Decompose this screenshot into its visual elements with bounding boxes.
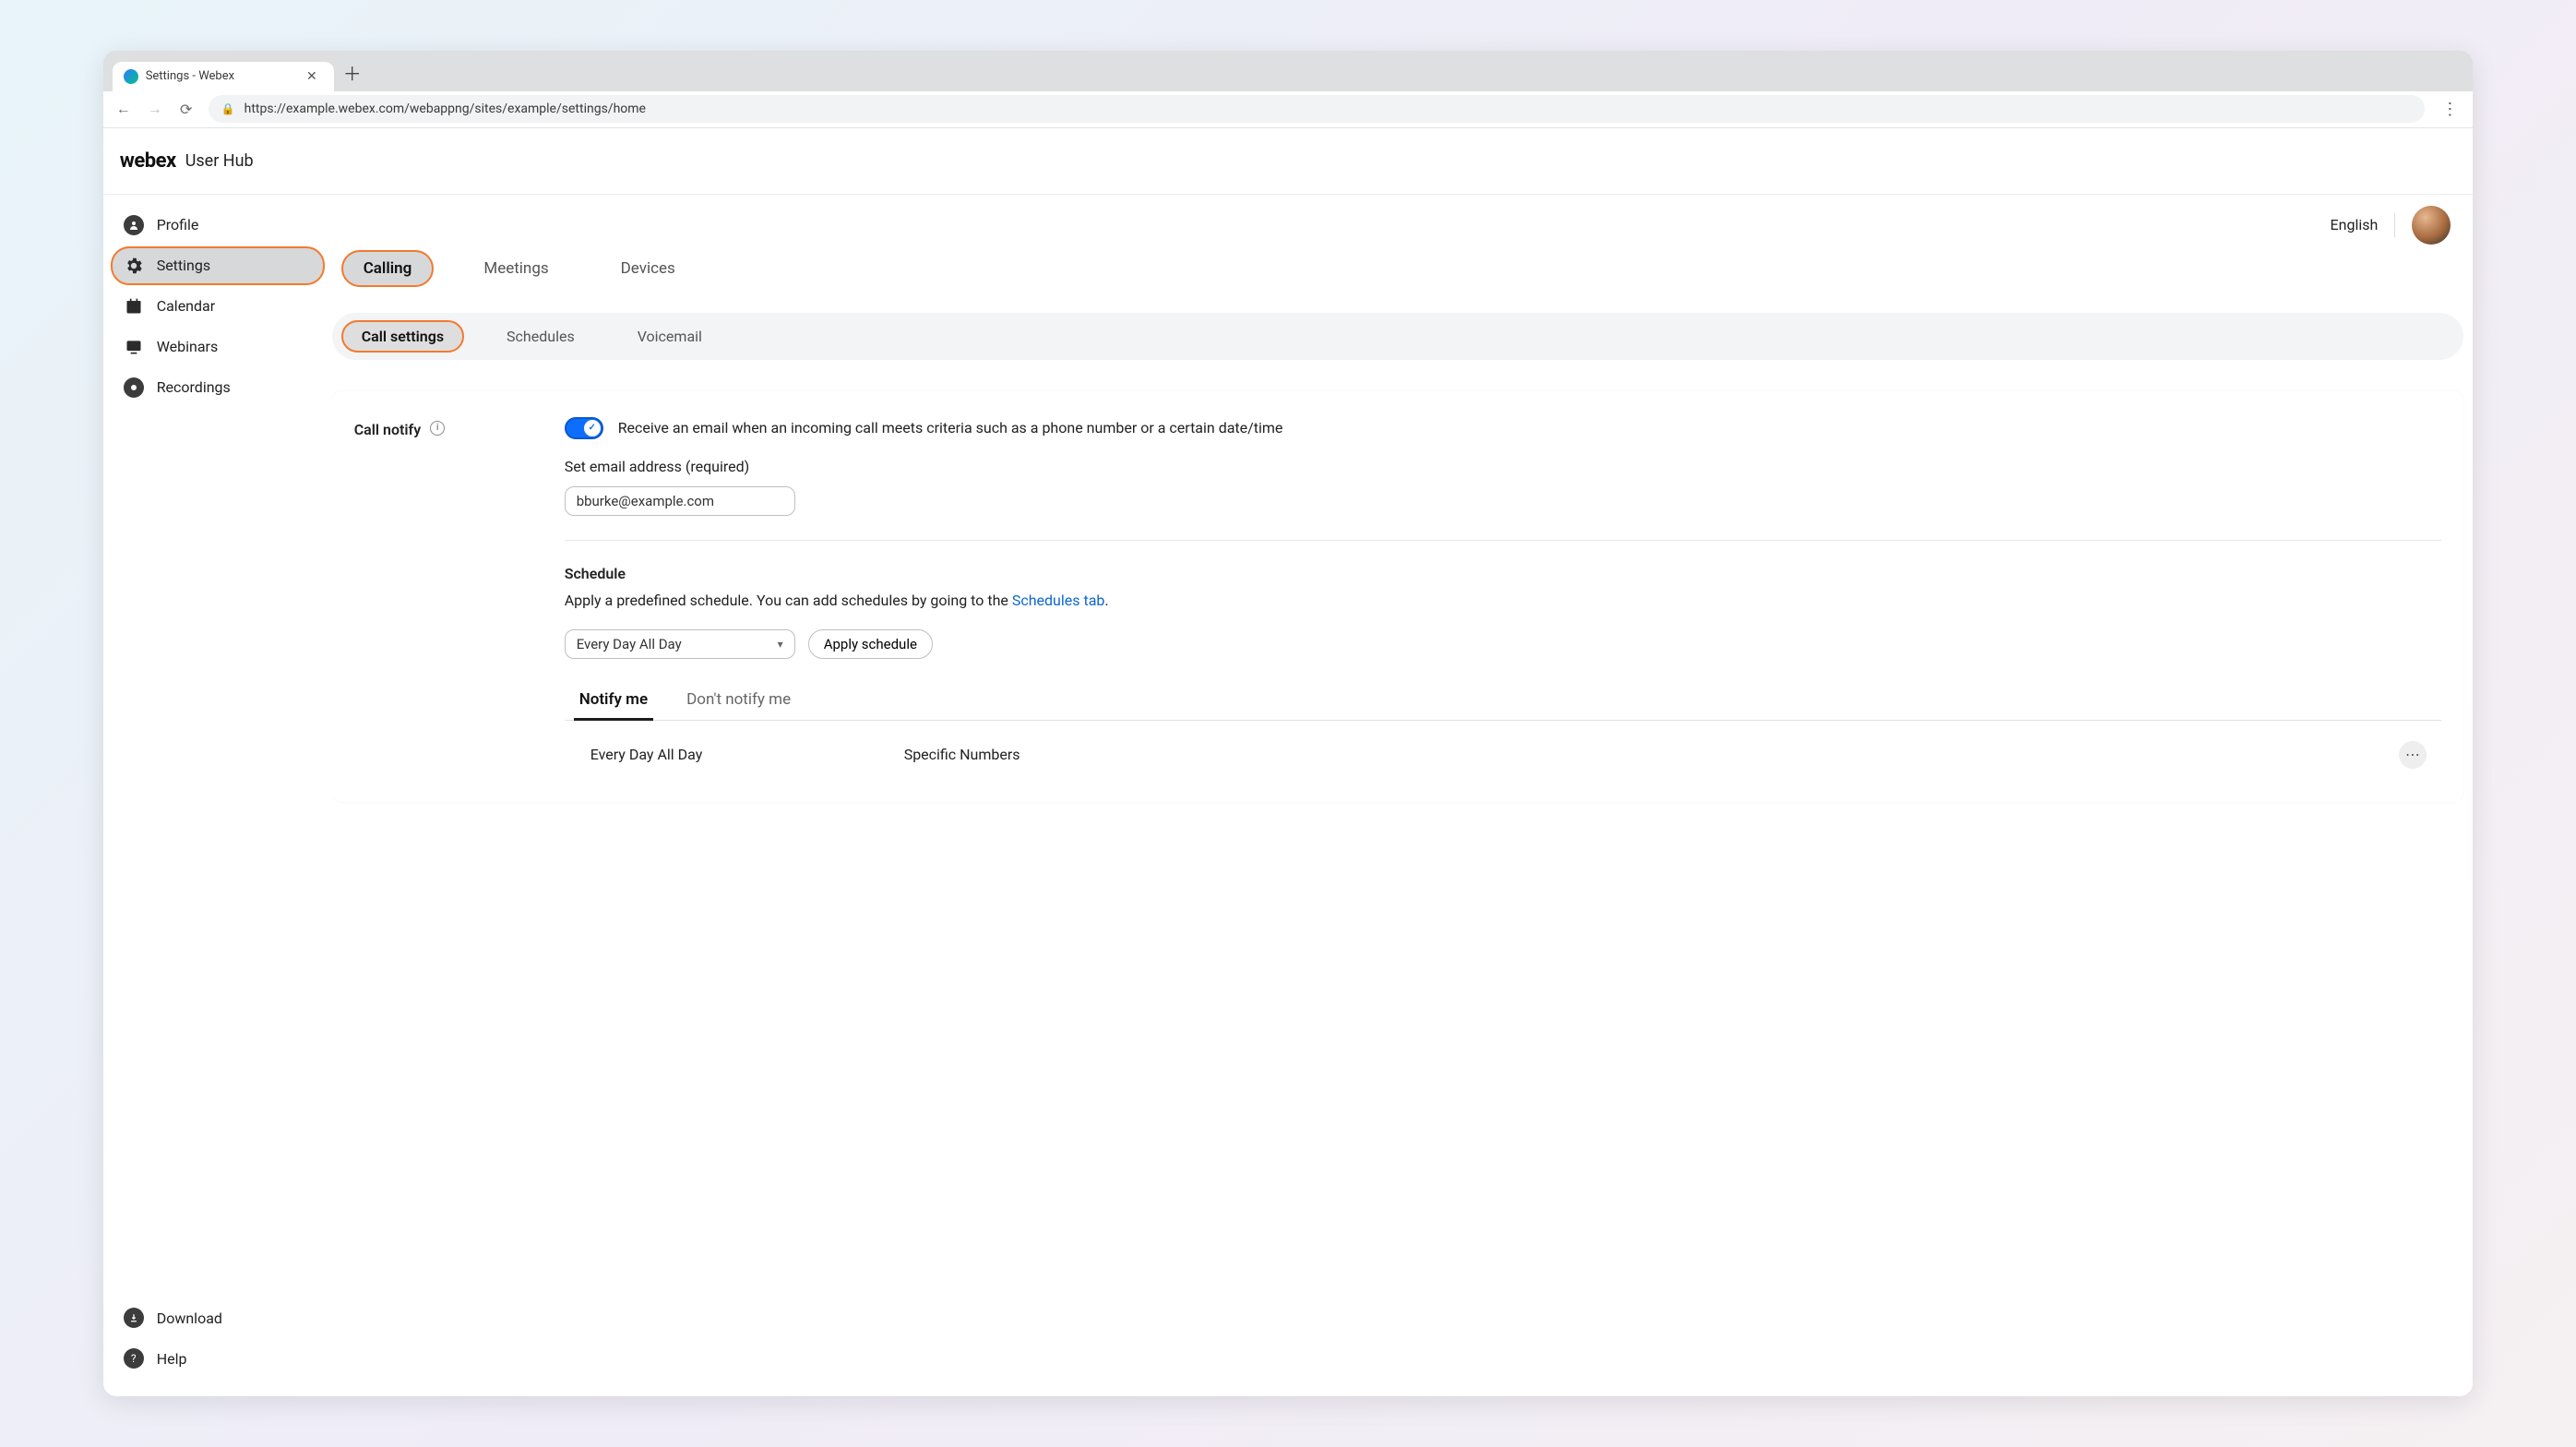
tab-strip: Settings - Webex ✕ ＋ bbox=[103, 51, 2474, 91]
sidebar-item-help[interactable]: ? Help bbox=[111, 1339, 325, 1378]
help-icon: ? bbox=[124, 1348, 144, 1369]
secondary-tabs: Call settings Schedules Voicemail bbox=[332, 313, 2464, 360]
schedule-row: Every Day All Day Specific Numbers ⋯ bbox=[565, 721, 2442, 776]
tab-devices[interactable]: Devices bbox=[599, 250, 698, 287]
tab-calling[interactable]: Calling bbox=[341, 250, 435, 287]
tab-meetings[interactable]: Meetings bbox=[461, 250, 570, 287]
schedule-section-description: Apply a predefined schedule. You can add… bbox=[565, 592, 2442, 609]
browser-window: Settings - Webex ✕ ＋ ← → ⟳ 🔒 https://exa… bbox=[103, 51, 2474, 1396]
sidebar-item-download[interactable]: Download bbox=[111, 1298, 325, 1337]
sidebar-item-label: Profile bbox=[157, 216, 199, 233]
sidebar-item-profile[interactable]: Profile bbox=[111, 206, 325, 245]
new-tab-button[interactable]: ＋ bbox=[334, 54, 371, 91]
tab-dont-notify-me[interactable]: Don't notify me bbox=[681, 679, 796, 720]
sidebar-item-label: Webinars bbox=[157, 338, 219, 355]
webex-favicon-icon bbox=[124, 69, 138, 84]
reload-icon[interactable]: ⟳ bbox=[177, 101, 196, 118]
browser-menu-icon[interactable]: ⋮ bbox=[2438, 100, 2462, 119]
sidebar-item-label: Download bbox=[157, 1309, 222, 1327]
schedule-selected-value: Every Day All Day bbox=[577, 636, 682, 652]
primary-tabs: Calling Meetings Devices bbox=[332, 245, 2474, 287]
email-field-label: Set email address (required) bbox=[565, 458, 2442, 475]
record-icon bbox=[124, 377, 144, 398]
browser-tab[interactable]: Settings - Webex ✕ bbox=[113, 62, 334, 91]
sidebar-item-label: Help bbox=[157, 1350, 187, 1368]
tab-notify-me[interactable]: Notify me bbox=[574, 679, 653, 720]
schedule-type-cell: Specific Numbers bbox=[904, 746, 2400, 763]
ellipsis-icon: ⋯ bbox=[2405, 746, 2421, 763]
subtab-voicemail[interactable]: Voicemail bbox=[617, 320, 722, 353]
download-icon bbox=[124, 1308, 144, 1328]
brand-logo: webex bbox=[120, 149, 176, 173]
language-selector[interactable]: English bbox=[2331, 216, 2379, 233]
call-notify-card: Call notify i ✓ Receive an email when an… bbox=[332, 391, 2464, 802]
sidebar-item-label: Calendar bbox=[157, 297, 215, 315]
user-icon bbox=[124, 215, 144, 235]
main-content: English Calling Meetings Devices bbox=[332, 195, 2474, 1396]
header-right: English bbox=[332, 202, 2474, 245]
avatar[interactable] bbox=[2412, 206, 2451, 245]
subtab-schedules[interactable]: Schedules bbox=[486, 320, 595, 353]
sidebar-item-label: Recordings bbox=[157, 378, 231, 396]
row-actions-button[interactable]: ⋯ bbox=[2399, 741, 2427, 769]
chevron-down-icon: ▾ bbox=[778, 638, 783, 651]
close-tab-icon[interactable]: ✕ bbox=[303, 69, 321, 84]
schedule-name-cell: Every Day All Day bbox=[590, 746, 904, 763]
app-header: webex User Hub bbox=[103, 128, 2474, 195]
schedule-section-title: Schedule bbox=[565, 565, 2442, 582]
notify-tabs: Notify me Don't notify me bbox=[565, 679, 2442, 721]
address-bar-row: ← → ⟳ 🔒 https://example.webex.com/webapp… bbox=[103, 91, 2474, 128]
call-notify-description: Receive an email when an incoming call m… bbox=[618, 417, 1283, 438]
sidebar-item-recordings[interactable]: Recordings bbox=[111, 368, 325, 407]
call-notify-toggle[interactable]: ✓ bbox=[565, 417, 603, 439]
app-area: webex User Hub Profile bbox=[103, 128, 2474, 1396]
brand-product: User Hub bbox=[185, 151, 254, 171]
subtab-call-settings[interactable]: Call settings bbox=[341, 320, 464, 353]
apply-schedule-button[interactable]: Apply schedule bbox=[808, 629, 933, 659]
forward-icon[interactable]: → bbox=[146, 100, 164, 118]
card-title: Call notify bbox=[354, 421, 422, 438]
tab-title: Settings - Webex bbox=[146, 69, 234, 83]
check-icon: ✓ bbox=[584, 420, 601, 436]
schedules-tab-link[interactable]: Schedules tab bbox=[1012, 592, 1105, 609]
url-text: https://example.webex.com/webappng/sites… bbox=[244, 102, 646, 116]
webinar-icon bbox=[124, 337, 144, 357]
divider bbox=[2394, 213, 2395, 237]
lock-icon: 🔒 bbox=[221, 102, 235, 115]
sidebar-item-settings[interactable]: Settings bbox=[111, 246, 325, 285]
back-icon[interactable]: ← bbox=[114, 100, 133, 118]
sidebar-item-webinars[interactable]: Webinars bbox=[111, 328, 325, 366]
sidebar: Profile Settings Calendar bbox=[103, 195, 332, 1396]
sidebar-item-calendar[interactable]: Calendar bbox=[111, 287, 325, 326]
gear-icon bbox=[124, 256, 144, 276]
divider bbox=[565, 540, 2442, 541]
schedule-select[interactable]: Every Day All Day ▾ bbox=[565, 629, 795, 659]
address-bar[interactable]: 🔒 https://example.webex.com/webappng/sit… bbox=[209, 95, 2426, 123]
info-icon[interactable]: i bbox=[430, 421, 445, 436]
sidebar-item-label: Settings bbox=[157, 257, 210, 274]
email-input[interactable] bbox=[565, 486, 795, 516]
calendar-icon bbox=[124, 296, 144, 317]
